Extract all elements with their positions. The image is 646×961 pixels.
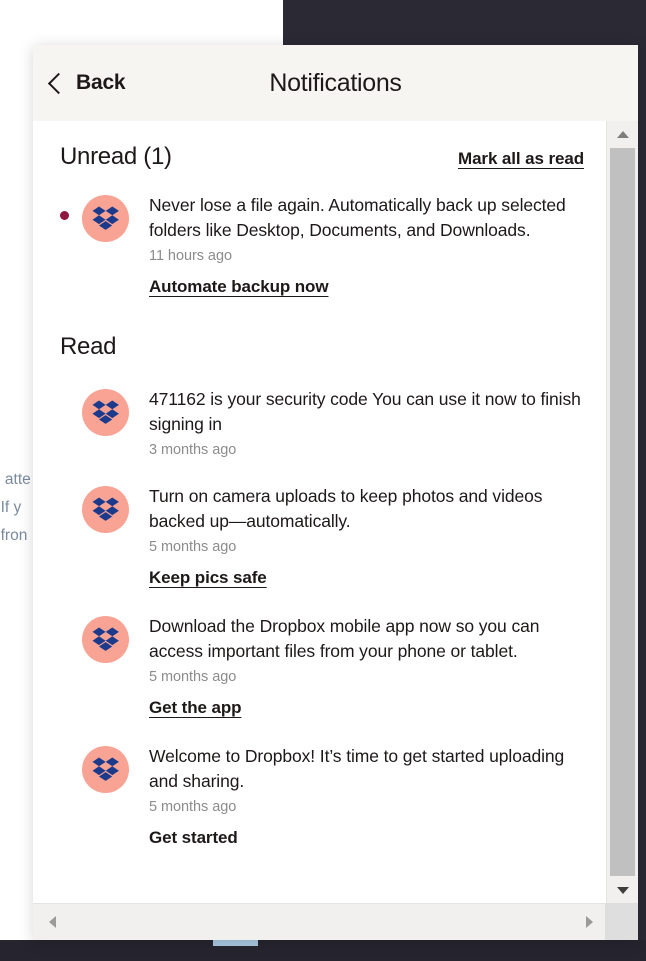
notification-text: Welcome to Dropbox! It’s time to get sta… [149, 746, 565, 791]
underlying-page-text-line-2: . If y [0, 499, 22, 516]
notification-timestamp: 5 months ago [149, 539, 237, 555]
unread-section-header: Unread (1) Mark all as read [33, 143, 606, 171]
unread-indicator-column [60, 387, 82, 458]
dropbox-logo-icon [92, 400, 119, 424]
notification-cta-link[interactable]: Get started [149, 828, 238, 848]
caret-down-icon [616, 886, 629, 894]
notifications-list: Unread (1) Mark all as read Never lose a… [33, 121, 606, 903]
scroll-region: Unread (1) Mark all as read Never lose a… [33, 121, 638, 940]
mark-all-as-read-button[interactable]: Mark all as read [458, 149, 584, 169]
read-section-title: Read [60, 333, 117, 360]
notification-body: Welcome to Dropbox! It’s time to get sta… [129, 744, 584, 848]
caret-right-icon [585, 916, 593, 928]
scroll-right-button[interactable] [574, 904, 604, 940]
notification-text: Never lose a file again. Automatically b… [149, 195, 566, 240]
notification-cta-link[interactable]: Automate backup now [149, 277, 329, 297]
vertical-scrollbar[interactable] [606, 121, 638, 940]
underlying-page-text-line-1: e atte [0, 471, 31, 488]
unread-indicator-column [60, 484, 82, 588]
notification-item[interactable]: Turn on camera uploads to keep photos an… [33, 484, 606, 588]
notification-item[interactable]: 471162 is your security code You can use… [33, 387, 606, 458]
vertical-scrollbar-thumb[interactable] [610, 148, 635, 876]
notification-body: Turn on camera uploads to keep photos an… [129, 484, 584, 588]
unread-indicator-column [60, 614, 82, 718]
avatar [82, 616, 129, 663]
notifications-panel: Back Notifications Unread (1) Mark all a… [33, 45, 638, 940]
avatar [82, 195, 129, 242]
back-button[interactable]: Back [47, 71, 126, 95]
back-button-label: Back [76, 71, 126, 94]
desktop-background-right [638, 0, 646, 961]
caret-up-icon [616, 130, 629, 138]
dropbox-logo-icon [92, 627, 119, 651]
notification-text: 471162 is your security code You can use… [149, 389, 581, 434]
notification-text: Turn on camera uploads to keep photos an… [149, 486, 543, 531]
horizontal-scrollbar[interactable] [33, 903, 638, 940]
notification-timestamp: 11 hours ago [149, 248, 232, 264]
screen: e atte . If y t fron Back Notifications … [0, 0, 646, 961]
notification-cta-link[interactable]: Get the app [149, 698, 242, 718]
unread-section-title: Unread (1) [60, 143, 172, 170]
unread-indicator-column [60, 744, 82, 848]
taskbar [0, 940, 646, 961]
notification-body: 471162 is your security code You can use… [129, 387, 584, 458]
scrollbar-corner [605, 903, 638, 940]
unread-dot-icon [60, 211, 69, 220]
notification-body: Download the Dropbox mobile app now so y… [129, 614, 584, 718]
dropbox-logo-icon [92, 757, 119, 781]
scroll-down-button[interactable] [607, 877, 638, 903]
unread-indicator-column [60, 193, 82, 297]
dropbox-logo-icon [92, 497, 119, 521]
underlying-page-text-line-3: t fron [0, 527, 28, 544]
notification-timestamp: 3 months ago [149, 442, 237, 458]
chevron-left-icon [47, 72, 70, 95]
notification-timestamp: 5 months ago [149, 799, 237, 815]
scroll-left-button[interactable] [37, 904, 67, 940]
avatar [82, 389, 129, 436]
caret-left-icon [48, 916, 56, 928]
scroll-up-button[interactable] [607, 121, 638, 147]
notification-item[interactable]: Welcome to Dropbox! It’s time to get sta… [33, 744, 606, 848]
notification-body: Never lose a file again. Automatically b… [129, 193, 584, 297]
underlying-page-content-strip: e atte . If y t fron [0, 46, 36, 940]
notification-item[interactable]: Never lose a file again. Automatically b… [33, 193, 606, 297]
avatar [82, 486, 129, 533]
notification-cta-link[interactable]: Keep pics safe [149, 568, 267, 588]
notification-text: Download the Dropbox mobile app now so y… [149, 616, 540, 661]
panel-header: Back Notifications [33, 45, 638, 121]
desktop-background-top [283, 0, 646, 46]
dropbox-logo-icon [92, 206, 119, 230]
notification-item[interactable]: Download the Dropbox mobile app now so y… [33, 614, 606, 718]
avatar [82, 746, 129, 793]
notification-timestamp: 5 months ago [149, 669, 237, 685]
